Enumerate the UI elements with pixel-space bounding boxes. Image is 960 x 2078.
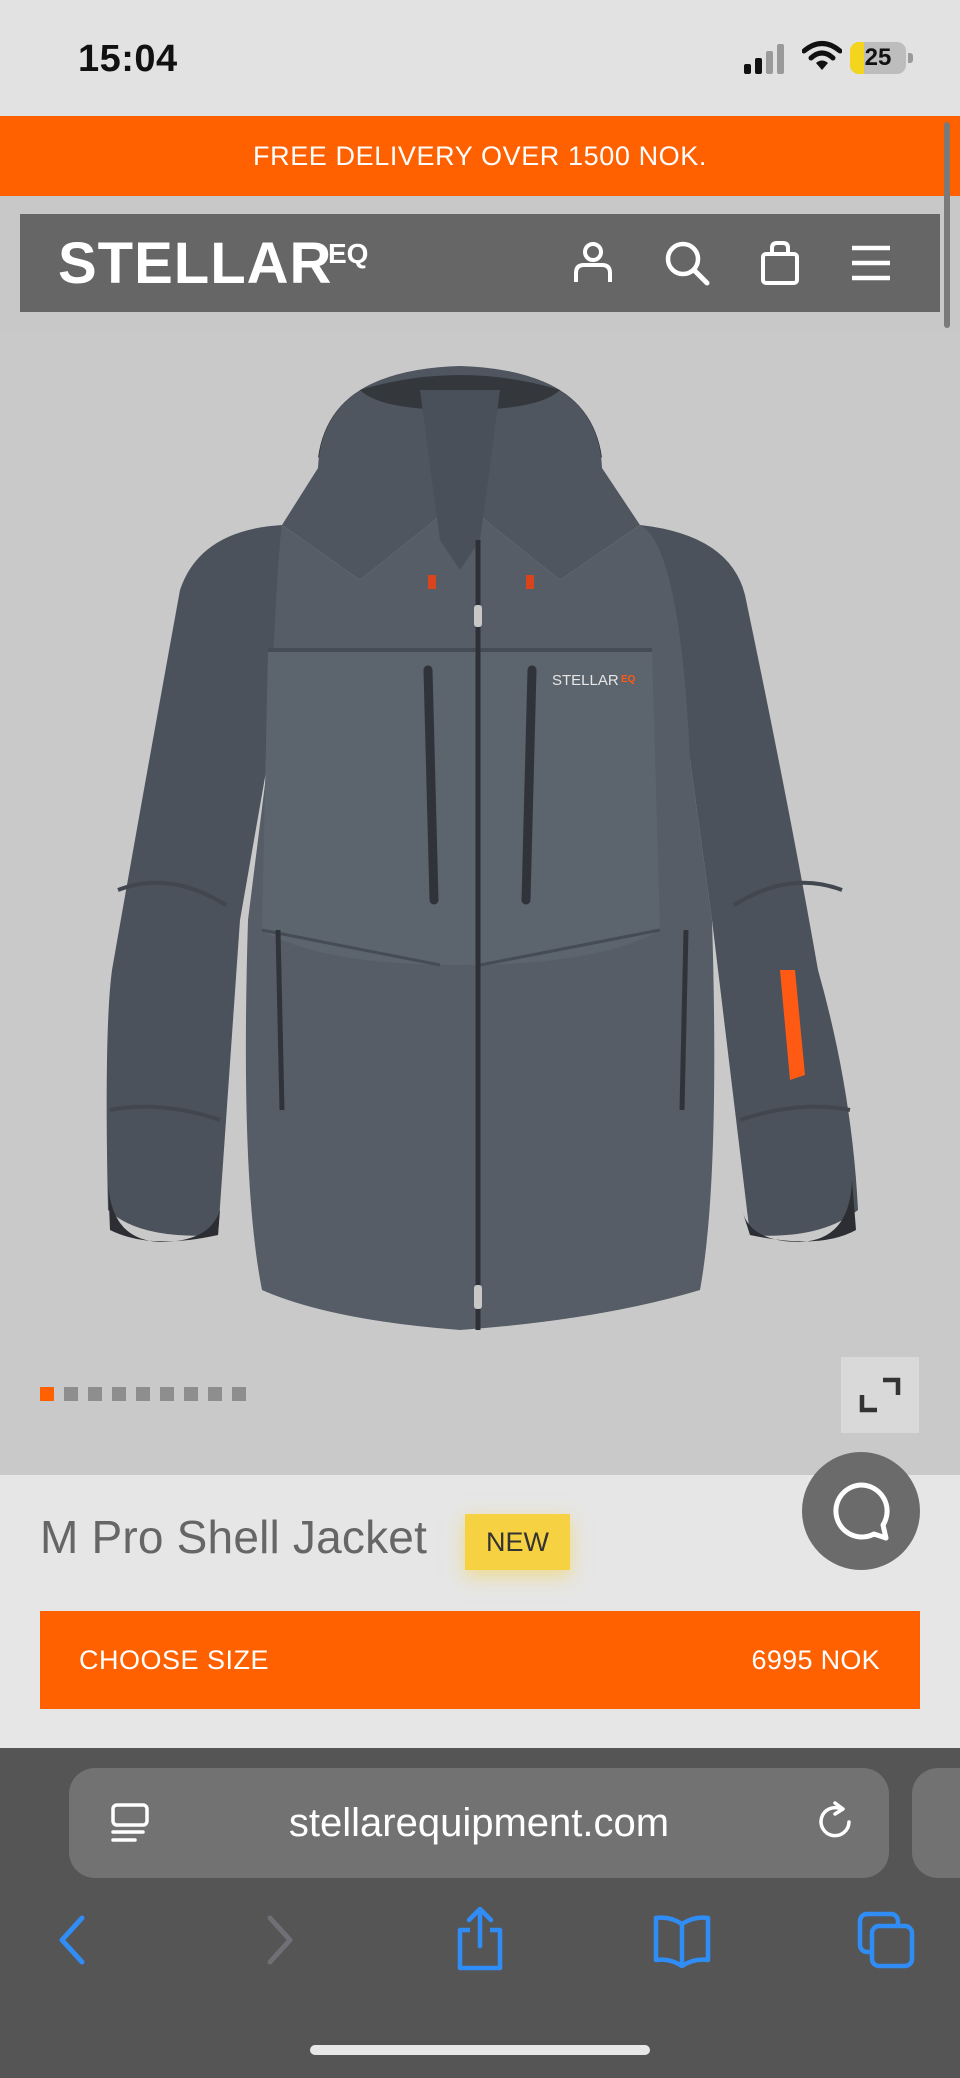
search-icon[interactable] [662,238,712,288]
home-indicator [310,2045,650,2055]
carousel-dot[interactable] [232,1387,246,1401]
chat-bubble-icon [833,1482,890,1541]
bookmarks-icon[interactable] [652,1912,712,1968]
jacket-logo: STELLAR [552,672,619,689]
product-title: M Pro Shell Jacket [40,1511,428,1563]
status-time: 15:04 [78,38,178,80]
user-icon[interactable] [568,238,618,288]
forward-icon[interactable] [260,1908,300,1972]
battery-level: 25 [864,44,892,71]
product-price: 6995 NOK [751,1645,880,1675]
shopping-bag-icon[interactable] [755,238,805,288]
site-logo-superscript: EQ [328,238,369,269]
expand-icon [859,1377,901,1413]
carousel-dot[interactable] [136,1387,150,1401]
address-bar[interactable]: stellarequipment.com [69,1768,889,1878]
status-bar: 15:04 25 [0,0,960,116]
choose-size-label: CHOOSE SIZE [79,1645,270,1675]
url-text: stellarequipment.com [288,1801,670,1845]
jacket-logo-superscript: EQ [621,674,636,685]
carousel-dot[interactable] [184,1387,198,1401]
scroll-indicator [944,122,950,328]
next-tab-preview[interactable] [912,1768,960,1878]
carousel-dot[interactable] [40,1387,54,1401]
choose-size-button[interactable]: CHOOSE SIZE 6995 NOK [40,1611,920,1709]
tabs-icon[interactable] [856,1910,916,1970]
carousel-dot[interactable] [160,1387,174,1401]
site-logo[interactable]: STELLAR [58,230,332,297]
new-badge: NEW [465,1514,570,1570]
back-icon[interactable] [52,1908,92,1972]
jacket-product-image: STELLAR EQ [106,366,858,1330]
fullscreen-button[interactable] [841,1357,919,1433]
carousel-dot[interactable] [208,1387,222,1401]
battery-icon: 25 [850,42,914,74]
reload-icon[interactable] [813,1800,857,1844]
cell-signal-icon [744,44,784,74]
carousel-dot[interactable] [64,1387,78,1401]
wifi-icon [802,41,842,70]
carousel-dot[interactable] [112,1387,126,1401]
product-image-gallery[interactable]: STELLAR EQ [0,330,960,1475]
share-icon[interactable] [452,1904,508,1974]
promo-banner: FREE DELIVERY OVER 1500 NOK. [0,116,960,196]
site-header: STELLAR EQ [20,214,940,312]
carousel-dot[interactable] [88,1387,102,1401]
chat-button[interactable] [802,1452,920,1570]
menu-icon[interactable] [846,238,896,288]
